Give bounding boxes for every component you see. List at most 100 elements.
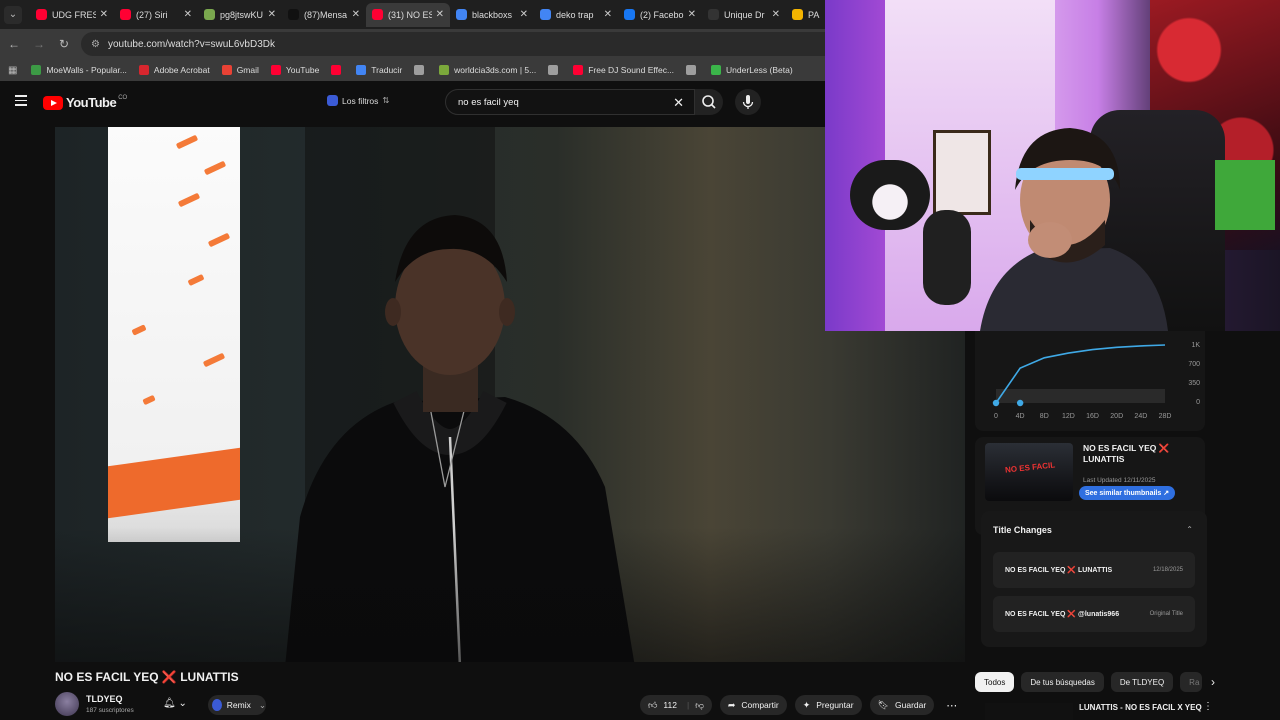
chevron-right-icon[interactable]: › — [1211, 675, 1215, 689]
microphone-icon — [742, 95, 754, 109]
browser-tab[interactable]: pg8jtswKU ✕ — [198, 3, 282, 27]
bookmark-item[interactable] — [548, 65, 563, 75]
divider: | — [686, 700, 690, 710]
browser-tab[interactable]: UDG FRES ✕ — [30, 3, 114, 27]
browser-tab[interactable]: (2) Facebo ✕ — [618, 3, 702, 27]
close-tab-icon[interactable]: ✕ — [184, 9, 192, 20]
bookmark-favicon-icon — [221, 65, 232, 75]
site-info-icon[interactable]: ⚙ — [91, 39, 100, 50]
tab-favicon-icon — [624, 9, 635, 20]
bookmark-label: Gmail — [236, 65, 259, 75]
tab-title: pg8jtswKU — [220, 9, 264, 20]
title-change-title: NO ES FACIL YEQ ❌ @lunatis966 — [1005, 611, 1120, 618]
title-changes-header: Title Changes — [993, 525, 1052, 535]
thumbs-down-icon[interactable]: 👎︎ — [695, 700, 704, 711]
close-tab-icon[interactable]: ✕ — [520, 9, 528, 20]
menu-icon[interactable] — [15, 95, 27, 106]
chevron-up-icon[interactable]: ⌃ — [1186, 525, 1193, 534]
chart-point[interactable] — [1016, 399, 1024, 407]
youtube-play-icon — [43, 95, 63, 110]
chip-from-channel[interactable]: De TLDYEQ — [1110, 672, 1174, 692]
chip-from-searches[interactable]: De tus búsquedas — [1021, 672, 1104, 692]
thumbnail-image[interactable]: NO ES FACIL — [985, 443, 1073, 501]
bookmark-item[interactable]: Gmail — [221, 65, 259, 75]
related-video[interactable]: LUNATTIS - NO ES FACIL X YEQ ⋮ — [975, 701, 1215, 720]
voice-search-button[interactable] — [735, 89, 761, 115]
bookmark-item[interactable]: worldcia3ds.com | 5... — [439, 65, 536, 75]
close-tab-icon[interactable]: ✕ — [436, 9, 444, 20]
notification-bell-icon[interactable]: 🔔︎ ⌄ — [163, 698, 187, 709]
youtube-logo[interactable]: YouTube CO — [43, 95, 127, 110]
tab-title: UDG FRES — [52, 9, 96, 20]
clear-search-icon[interactable]: ✕ — [673, 95, 684, 111]
bookmark-label: YouTube — [285, 65, 320, 75]
reload-icon[interactable]: ↻ — [53, 37, 75, 51]
bookmark-item[interactable]: Adobe Acrobat — [138, 65, 210, 75]
close-tab-icon[interactable]: ✕ — [100, 9, 108, 20]
tab-search-icon[interactable]: ⌄ — [4, 5, 22, 24]
tab-favicon-icon — [540, 9, 551, 20]
browser-tab[interactable]: blackboxs ✕ — [450, 3, 534, 27]
chip-todos[interactable]: Todos — [975, 672, 1015, 692]
like-button[interactable]: 👍︎ 112 | 👎︎ — [640, 695, 712, 715]
ask-label: Preguntar — [816, 700, 854, 710]
title-change-title: NO ES FACIL YEQ ❌ LUNATTIS — [1005, 567, 1113, 574]
more-options-icon[interactable]: ⋮ — [1203, 701, 1213, 712]
chart-point[interactable] — [992, 399, 1000, 407]
browser-tab[interactable]: deko trap ✕ — [534, 3, 618, 27]
chart-x-tick: 4D — [1016, 413, 1025, 420]
bookmark-item[interactable]: MoeWalls - Popular... — [31, 65, 127, 75]
search-button[interactable] — [695, 89, 723, 115]
chip-more[interactable]: Ra — [1180, 672, 1202, 692]
close-tab-icon[interactable]: ✕ — [772, 9, 780, 20]
tab-favicon-icon — [708, 9, 719, 20]
bookmark-item[interactable] — [331, 65, 346, 75]
tab-favicon-icon — [120, 9, 131, 20]
bookmark-item[interactable] — [686, 65, 701, 75]
title-change-row: NO ES FACIL YEQ ❌ @lunatis966 Original T… — [993, 596, 1195, 632]
close-tab-icon[interactable]: ✕ — [688, 9, 696, 20]
ask-button[interactable]: ✦ Preguntar — [794, 695, 862, 715]
apps-grid-icon[interactable]: ▦ — [8, 65, 17, 76]
save-button[interactable]: 🔖︎ Guardar — [869, 695, 935, 715]
related-video-thumbnail[interactable] — [985, 703, 1073, 720]
bookmark-label: UnderLess (Beta) — [726, 65, 793, 75]
bookmark-item[interactable]: UnderLess (Beta) — [711, 65, 793, 75]
channel-avatar[interactable] — [55, 692, 79, 716]
related-video-title[interactable]: LUNATTIS - NO ES FACIL X YEQ — [1079, 703, 1202, 712]
close-tab-icon[interactable]: ✕ — [604, 9, 612, 20]
sparkle-icon: ✦ — [802, 699, 811, 710]
bookmark-favicon-icon — [573, 65, 584, 75]
chart-y-tick: 1K — [1191, 342, 1200, 349]
remix-button[interactable]: Remix ⌄ — [208, 695, 266, 715]
bookmark-label: MoeWalls - Popular... — [46, 65, 127, 75]
more-actions-icon[interactable]: ⋯ — [946, 699, 957, 712]
bookmark-label: Adobe Acrobat — [153, 65, 210, 75]
bookmark-item[interactable]: YouTube — [270, 65, 320, 75]
share-button[interactable]: ➦ Compartir — [719, 695, 787, 715]
similar-thumbnails-button[interactable]: See similar thumbnails ↗ — [1079, 486, 1176, 500]
chart-x-tick: 16D — [1086, 413, 1099, 420]
back-icon[interactable]: ← — [3, 37, 25, 51]
bookmark-item[interactable]: Free DJ Sound Effec... — [573, 65, 674, 75]
title-changes-card: Title Changes ⌃ NO ES FACIL YEQ ❌ LUNATT… — [981, 511, 1207, 647]
bookmark-favicon-icon — [439, 65, 450, 75]
bookmark-item[interactable] — [414, 65, 429, 75]
browser-tab[interactable]: (87)Mensa ✕ — [282, 3, 366, 27]
share-label: Compartir — [741, 700, 779, 710]
bookmark-item[interactable]: Traducir — [356, 65, 402, 75]
video-title: NO ES FACIL YEQ ❌ LUNATTIS — [55, 670, 239, 684]
thumbs-up-icon: 👍︎ — [648, 699, 658, 710]
browser-tab[interactable]: (27) Siri ✕ — [114, 3, 198, 27]
close-tab-icon[interactable]: ✕ — [268, 9, 276, 20]
remix-icon — [212, 699, 222, 711]
browser-tab[interactable]: (31) NO ES ✕ — [366, 2, 450, 27]
forward-icon[interactable]: → — [28, 37, 50, 51]
channel-name[interactable]: TLDYEQ — [86, 694, 123, 704]
filters-button[interactable]: Los filtros ⇅ — [327, 95, 390, 106]
search-input[interactable]: no es facil yeq ✕ — [445, 89, 695, 115]
bookmark-favicon-icon — [686, 65, 697, 75]
close-tab-icon[interactable]: ✕ — [352, 9, 360, 20]
bookmark-favicon-icon — [270, 65, 281, 75]
browser-tab[interactable]: Unique Dr ✕ — [702, 3, 786, 27]
